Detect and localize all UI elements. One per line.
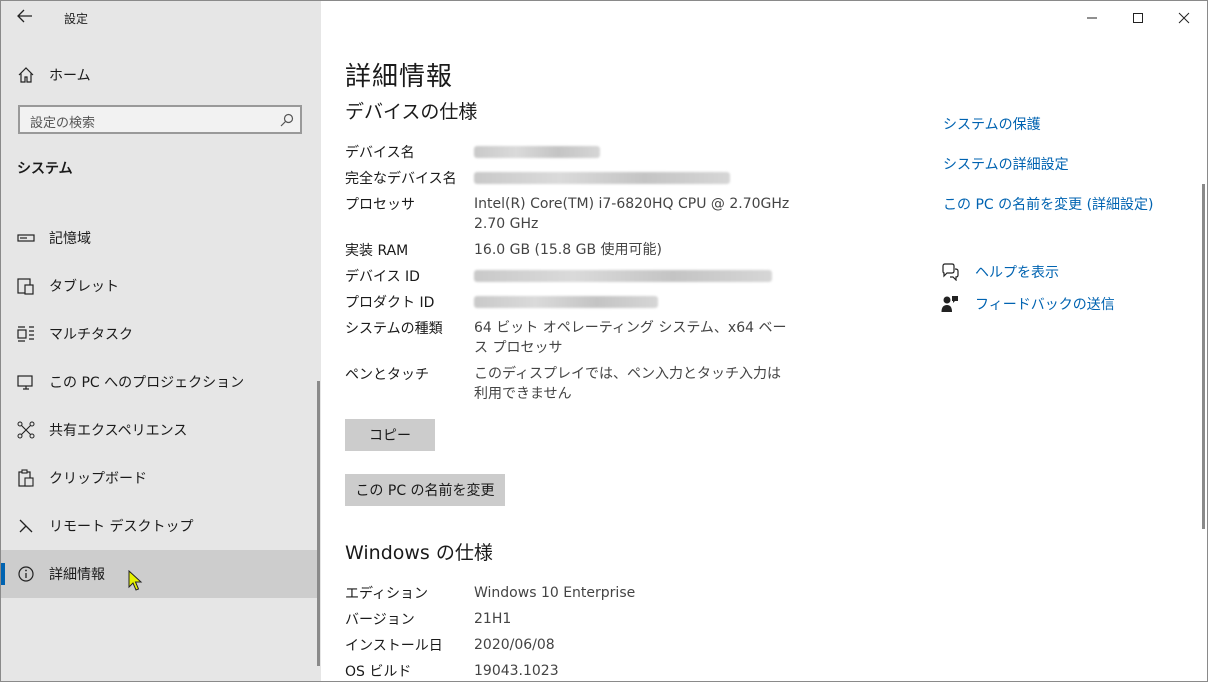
spec-row-ram: 実装 RAM 16.0 GB (15.8 GB 使用可能) (345, 240, 794, 260)
copy-button[interactable]: コピー (345, 419, 435, 451)
search-icon (280, 112, 294, 127)
spec-row-install-date: インストール日 2020/06/08 (345, 635, 794, 655)
sidebar-item-about[interactable]: 詳細情報 (1, 550, 319, 598)
multitask-icon (17, 325, 35, 343)
clipboard-icon (17, 469, 35, 487)
page-title: 詳細情報 (345, 62, 454, 92)
section-title: システム (17, 161, 73, 177)
spec-label: バージョン (345, 612, 415, 628)
home-nav-item[interactable]: ホーム (17, 63, 91, 87)
sidebar-item-label: マルチタスク (49, 327, 133, 343)
spec-value-redacted (474, 292, 794, 314)
spec-label: プロセッサ (345, 197, 415, 213)
spec-label: 完全なデバイス名 (345, 171, 457, 187)
sidebar-item-label: リモート デスクトップ (49, 519, 194, 535)
title-bar: 設定 (1, 1, 321, 35)
sidebar-scrollbar[interactable] (317, 381, 320, 666)
home-label: ホーム (49, 68, 91, 84)
spec-value: Windows 10 Enterprise (474, 585, 636, 601)
spec-value-redacted (474, 142, 794, 164)
spec-label: 実装 RAM (345, 243, 409, 259)
spec-row-os-build: OS ビルド 19043.1023 (345, 661, 794, 681)
sidebar-item-label: クリップボード (49, 471, 147, 487)
sidebar-item-storage[interactable]: 記憶域 (1, 214, 319, 262)
main-content: 詳細情報 デバイスの仕様 デバイス名 完全なデバイス名 プロセッサ Intel(… (321, 1, 1207, 681)
feedback-icon (941, 295, 959, 313)
spec-row-system-type: システムの種類 64 ビット オペレーティング システム、x64 ベース プロセ… (345, 318, 794, 358)
spec-label: インストール日 (345, 638, 443, 654)
back-arrow-icon[interactable] (13, 7, 37, 29)
rename-pc-button[interactable]: この PC の名前を変更 (345, 474, 505, 506)
spec-value-redacted (474, 266, 794, 288)
sidebar-item-label: 記憶域 (49, 231, 91, 247)
spec-value-redacted (474, 168, 794, 190)
spec-row-full-device-name: 完全なデバイス名 (345, 168, 794, 190)
sidebar-item-multitask[interactable]: マルチタスク (1, 310, 319, 358)
spec-label: プロダクト ID (345, 295, 435, 311)
spec-row-version: バージョン 21H1 (345, 609, 794, 629)
window-controls (1069, 1, 1207, 35)
spec-row-device-name: デバイス名 (345, 142, 794, 164)
device-spec-heading: デバイスの仕様 (345, 101, 478, 123)
windows-spec-heading: Windows の仕様 (345, 542, 493, 564)
sidebar-item-label: 共有エクスペリエンス (49, 423, 188, 439)
spec-row-processor: プロセッサ Intel(R) Core(TM) i7-6820HQ CPU @ … (345, 194, 794, 234)
link-system-protection[interactable]: システムの保護 (943, 114, 1041, 134)
main-scrollbar[interactable] (1202, 184, 1205, 529)
home-icon (17, 66, 35, 84)
sidebar-item-label: 詳細情報 (49, 567, 105, 583)
spec-value: Intel(R) Core(TM) i7-6820HQ CPU @ 2.70GH… (474, 196, 790, 232)
close-icon[interactable] (1161, 1, 1207, 35)
spec-label: ペンとタッチ (345, 367, 429, 383)
app-title: 設定 (64, 12, 89, 26)
spec-value: 19043.1023 (474, 663, 559, 679)
get-help-label: ヘルプを表示 (975, 265, 1059, 281)
sidebar-item-clipboard[interactable]: クリップボード (1, 454, 319, 502)
sidebar-item-label: この PC へのプロジェクション (49, 375, 245, 391)
get-help-link[interactable]: ヘルプを表示 (941, 262, 1059, 282)
spec-label: OS ビルド (345, 664, 412, 680)
spec-label: システムの種類 (345, 321, 443, 337)
sidebar-item-shared-experience[interactable]: 共有エクスペリエンス (1, 406, 319, 454)
spec-value: このディスプレイでは、ペン入力とタッチ入力は利用できません (474, 366, 782, 402)
spec-value: 21H1 (474, 611, 512, 627)
share-icon (17, 421, 35, 439)
help-chat-icon (941, 263, 959, 282)
sidebar-item-label: タブレット (49, 279, 119, 295)
spec-row-product-id: プロダクト ID (345, 292, 794, 314)
spec-label: デバイス名 (345, 145, 415, 161)
feedback-link[interactable]: フィードバックの送信 (941, 294, 1115, 314)
search-input[interactable]: 設定の検索 (18, 105, 302, 134)
spec-label: エディション (345, 586, 429, 602)
info-icon (17, 565, 35, 583)
spec-value: 64 ビット オペレーティング システム、x64 ベース プロセッサ (474, 320, 787, 356)
tablet-icon (17, 277, 35, 295)
maximize-icon[interactable] (1115, 1, 1161, 35)
settings-window: 設定 ホーム 設定の検索 システム 記憶域 タブレット マルチタスク この PC… (0, 0, 1208, 682)
spec-label: デバイス ID (345, 269, 420, 285)
link-rename-pc-advanced[interactable]: この PC の名前を変更 (詳細設定) (943, 194, 1154, 214)
search-placeholder: 設定の検索 (30, 116, 96, 131)
link-advanced-system-settings[interactable]: システムの詳細設定 (943, 154, 1069, 174)
spec-row-pen-touch: ペンとタッチ このディスプレイでは、ペン入力とタッチ入力は利用できません (345, 364, 794, 404)
spec-value: 16.0 GB (15.8 GB 使用可能) (474, 242, 662, 258)
storage-icon (17, 229, 35, 247)
sidebar-item-tablet[interactable]: タブレット (1, 262, 319, 310)
minimize-icon[interactable] (1069, 1, 1115, 35)
sidebar-item-projection[interactable]: この PC へのプロジェクション (1, 358, 319, 406)
spec-row-edition: エディション Windows 10 Enterprise (345, 583, 794, 603)
spec-row-device-id: デバイス ID (345, 266, 794, 288)
feedback-label: フィードバックの送信 (975, 297, 1115, 313)
remote-desktop-icon (17, 517, 35, 535)
sidebar: 設定 ホーム 設定の検索 システム 記憶域 タブレット マルチタスク この PC… (1, 1, 321, 681)
sidebar-item-remote-desktop[interactable]: リモート デスクトップ (1, 502, 319, 550)
spec-value: 2020/06/08 (474, 637, 555, 653)
projection-icon (17, 373, 35, 391)
